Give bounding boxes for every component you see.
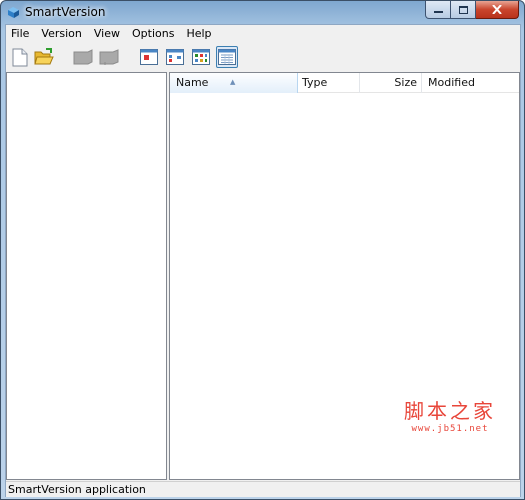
column-header-modified[interactable]: Modified — [422, 73, 519, 93]
watermark-chinese: 脚本之家 — [404, 399, 496, 423]
watermark: 脚本之家 www.jb51.net — [404, 395, 496, 434]
status-text: SmartVersion application — [8, 483, 146, 496]
view-list-button[interactable] — [190, 46, 212, 68]
list-view-icon — [192, 49, 210, 65]
menu-help[interactable]: Help — [180, 25, 217, 43]
view-small-icons-button[interactable] — [164, 46, 186, 68]
minimize-icon — [433, 11, 443, 13]
title-bar[interactable]: SmartVersion — [1, 1, 524, 24]
large-icons-view-icon — [140, 49, 158, 65]
watermark-url: www.jb51.net — [411, 424, 489, 434]
status-bar: SmartVersion application — [6, 481, 520, 497]
toolbar — [6, 43, 520, 71]
folder-tree-pane[interactable] — [6, 72, 167, 480]
folder-open-icon — [34, 48, 54, 65]
open-folder-button[interactable] — [33, 46, 55, 68]
small-icons-view-icon — [166, 49, 184, 65]
maximize-icon — [458, 5, 468, 14]
column-size-label: Size — [394, 76, 417, 89]
column-modified-label: Modified — [428, 76, 475, 89]
maximize-button[interactable] — [451, 1, 476, 19]
sort-ascending-icon: ▲ — [230, 78, 236, 86]
gray-box-icon — [99, 49, 119, 65]
menu-bar: File Version View Options Help — [6, 25, 520, 43]
view-details-button[interactable] — [216, 46, 238, 68]
close-button[interactable] — [476, 1, 519, 19]
minimize-button[interactable] — [425, 1, 451, 19]
list-header: ▲ Name Type Size Modified — [170, 73, 519, 93]
details-view-icon — [218, 49, 236, 65]
close-icon — [492, 5, 502, 14]
menu-options[interactable]: Options — [126, 25, 180, 43]
document-icon — [12, 48, 28, 66]
column-header-name[interactable]: ▲ Name — [170, 73, 298, 93]
menu-version[interactable]: Version — [35, 25, 87, 43]
gray-box-icon — [73, 49, 93, 65]
menu-file[interactable]: File — [6, 25, 35, 43]
app-window: SmartVersion File Version View Options H… — [0, 0, 525, 500]
column-name-label: Name — [176, 76, 209, 89]
new-document-button[interactable] — [9, 46, 31, 68]
window-title: SmartVersion — [25, 5, 106, 19]
column-header-size[interactable]: Size — [360, 73, 422, 93]
window-controls — [425, 1, 519, 19]
view-large-icons-button[interactable] — [138, 46, 160, 68]
app-icon — [8, 7, 19, 18]
column-type-label: Type — [302, 76, 328, 89]
tool-disabled-2[interactable] — [98, 46, 120, 68]
tool-disabled-1[interactable] — [72, 46, 94, 68]
column-header-type[interactable]: Type — [298, 73, 360, 93]
menu-view[interactable]: View — [88, 25, 126, 43]
